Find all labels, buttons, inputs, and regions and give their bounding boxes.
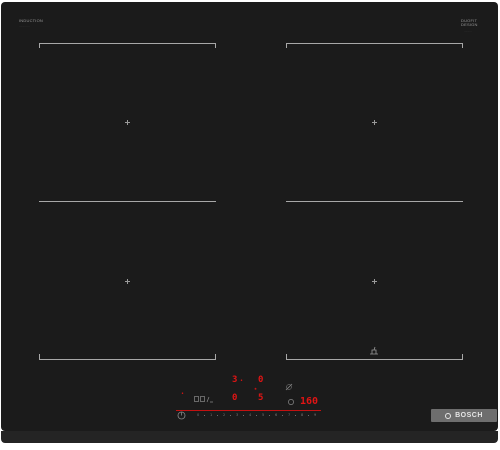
control-slider-track[interactable] [176,410,321,411]
zone-top-right-tick-right [462,43,463,48]
scale-dot [243,415,244,416]
scale-label-4[interactable]: 4 [249,413,251,417]
scale-label-9[interactable]: 9 [314,413,316,417]
scale-label-3[interactable]: 3 [236,413,238,417]
timer-value-display: 160 [300,396,319,407]
brand-induction-label: INDUCTION [19,18,44,23]
indicator-light-1: • [181,391,185,397]
brand-induction-sublabel: ............ [19,25,30,28]
scale-label-2[interactable]: 2 [223,413,225,417]
indicator-light-2: ★ [254,386,258,392]
zone-bottom-left-tick-right [215,354,216,359]
zone-bottom-left-bottom-line [39,359,216,360]
pan-icon [370,346,378,355]
bosch-logo-text: BOSCH [455,412,483,419]
zone-top-right-bottom-line [286,201,463,202]
zone-top-left-center-mark [125,120,130,125]
scale-label-8[interactable]: 8 [301,413,303,417]
zone-top-left-tick-right [215,43,216,48]
zone-bottom-right-bottom-line [286,359,463,360]
left-level-display: 3 [232,375,238,385]
scale-dot [204,415,205,416]
left-level-suffix: • [240,378,244,384]
timer-icon[interactable] [285,383,293,391]
boost-icon[interactable] [194,396,214,403]
scale-label-1[interactable]: 1 [210,413,212,417]
hob-front-edge [1,431,498,443]
zone-top-left-bottom-line [39,201,216,202]
center-digit-display: 0 [232,393,238,403]
zone-top-left-top-line [39,43,216,44]
bosch-ring-icon [445,412,452,419]
brand-duofit-sublabel: ......... [464,30,473,33]
scale-label-0[interactable]: 0 [197,413,199,417]
zone-bottom-right-tick-left [286,354,287,359]
brand-duofit-label: DUOFIT DESIGN [461,18,478,27]
scale-dot [295,415,296,416]
zone-top-left-tick-left [39,43,40,48]
center-digit-display-2: 5 [258,393,264,403]
scale-dot [230,415,231,416]
scale-label-6[interactable]: 6 [275,413,277,417]
right-value-display: 0 [258,375,264,385]
zone-bottom-left-tick-left [39,354,40,359]
power-icon[interactable] [177,411,186,420]
lock-icon[interactable] [287,398,295,406]
bosch-logo: BOSCH [431,409,497,422]
scale-dot [269,415,270,416]
scale-dot [308,415,309,416]
scale-label-5[interactable]: 5 [262,413,264,417]
scale-dot [282,415,283,416]
induction-hob-surface [1,2,498,431]
zone-top-right-tick-left [286,43,287,48]
zone-bottom-right-tick-right [462,354,463,359]
zone-top-right-top-line [286,43,463,44]
scale-label-7[interactable]: 7 [288,413,290,417]
zone-bottom-right-center-mark [372,279,377,284]
scale-dot [217,415,218,416]
zone-bottom-left-center-mark [125,279,130,284]
zone-top-right-center-mark [372,120,377,125]
scale-dot [256,415,257,416]
